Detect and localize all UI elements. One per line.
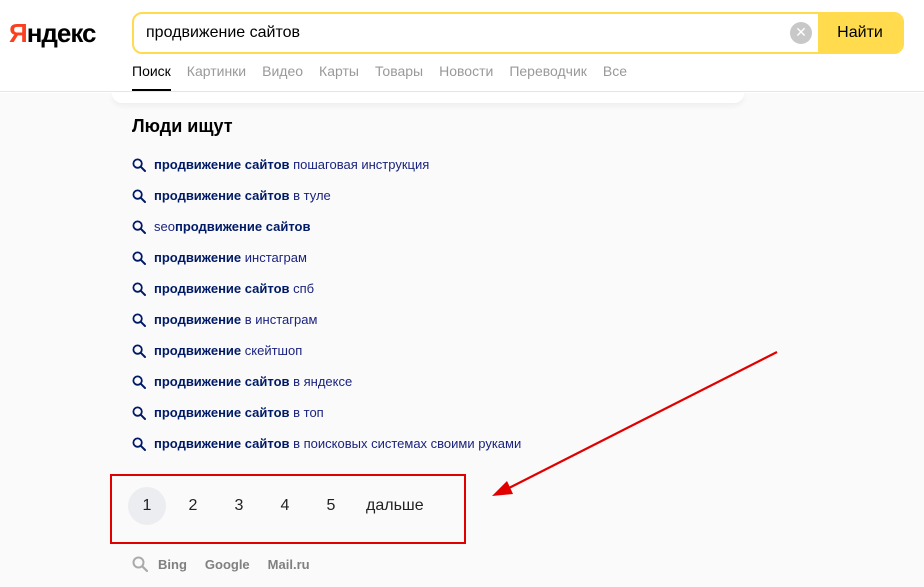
people-search-item-rest: в туле: [289, 188, 331, 203]
search-icon: [132, 375, 146, 389]
engine-link-mailru[interactable]: Mail.ru: [268, 557, 310, 572]
people-search-item-rest: инстаграм: [241, 250, 307, 265]
people-search-item[interactable]: продвижение сайтов пошаговая инструкция: [132, 149, 521, 180]
search-icon: [132, 406, 146, 420]
page-4[interactable]: 4: [266, 487, 304, 525]
search-icon: [132, 189, 146, 203]
people-search-item-bold: продвижение сайтов: [154, 281, 290, 296]
page-2[interactable]: 2: [174, 487, 212, 525]
people-search-item-bold: продвижение: [154, 312, 242, 327]
people-search-item-bold: продвижение сайтов: [154, 374, 290, 389]
people-search-list: продвижение сайтов пошаговая инструкция п…: [132, 149, 521, 459]
people-search-item-rest: скейтшоп: [241, 343, 303, 358]
people-search-item-prefix: seo: [154, 219, 175, 234]
people-search-item[interactable]: продвижение сайтов в туле: [132, 180, 521, 211]
people-search-item-bold: продвижение: [154, 250, 242, 265]
page-5[interactable]: 5: [312, 487, 350, 525]
search-icon: [132, 437, 146, 451]
people-search-item[interactable]: продвижение инстаграм: [132, 242, 521, 273]
people-search-item[interactable]: продвижение в инстаграм: [132, 304, 521, 335]
people-search-title: Люди ищут: [132, 116, 233, 136]
search-icon: [132, 220, 146, 234]
people-search-item-rest: в топ: [289, 405, 324, 420]
people-search-item-rest: в инстаграм: [241, 312, 318, 327]
people-search-item-bold: продвижение сайтов: [154, 405, 290, 420]
header: Яндекс ✕ Найти Поиск Картинки Видео Карт…: [0, 0, 924, 92]
people-search-item-rest: пошаговая инструкция: [289, 157, 430, 172]
people-search-item-bold: продвижение сайтов: [174, 219, 311, 234]
header-shadow: [112, 93, 744, 103]
next-page-link[interactable]: дальше: [366, 487, 424, 525]
tab-video[interactable]: Видео: [262, 63, 303, 91]
people-search-item-rest: спб: [289, 281, 315, 296]
clear-search-icon[interactable]: ✕: [790, 22, 812, 44]
tab-search[interactable]: Поиск: [132, 63, 171, 91]
people-search-item-rest: в поисковых системах своими руками: [289, 436, 522, 451]
search-input[interactable]: [134, 14, 820, 52]
people-search-item[interactable]: продвижение сайтов в поисковых системах …: [132, 428, 521, 459]
search-icon: [132, 158, 146, 172]
search-button[interactable]: Найти: [818, 14, 902, 52]
page-1[interactable]: 1: [128, 487, 166, 525]
tab-images[interactable]: Картинки: [187, 63, 246, 91]
engine-link-bing[interactable]: Bing: [158, 557, 187, 572]
tab-news[interactable]: Новости: [439, 63, 493, 91]
search-icon: [132, 251, 146, 265]
search-icon: [132, 556, 148, 572]
people-search-item[interactable]: seo продвижение сайтов: [132, 211, 521, 242]
people-search-item-bold: продвижение: [154, 343, 242, 358]
pagination: 1 2 3 4 5 дальше: [128, 487, 424, 525]
logo-first-letter: Я: [9, 18, 28, 48]
search-tabs: Поиск Картинки Видео Карты Товары Новост…: [132, 63, 643, 91]
yandex-logo[interactable]: Яндекс: [9, 18, 96, 49]
people-search-item[interactable]: продвижение сайтов спб: [132, 273, 521, 304]
tab-maps[interactable]: Карты: [319, 63, 359, 91]
tab-products[interactable]: Товары: [375, 63, 423, 91]
engine-link-google[interactable]: Google: [205, 557, 250, 572]
other-engines: Bing Google Mail.ru: [132, 556, 328, 572]
people-search-item-bold: продвижение сайтов: [154, 188, 290, 203]
search-icon: [132, 344, 146, 358]
people-search-item[interactable]: продвижение сайтов в топ: [132, 397, 521, 428]
page-3[interactable]: 3: [220, 487, 258, 525]
search-box: ✕ Найти: [132, 12, 904, 54]
people-search-item-rest: в яндексе: [289, 374, 353, 389]
people-search-item[interactable]: продвижение сайтов в яндексе: [132, 366, 521, 397]
search-icon: [132, 282, 146, 296]
search-icon: [132, 313, 146, 327]
tab-translator[interactable]: Переводчик: [509, 63, 587, 91]
tab-all[interactable]: Все: [603, 63, 627, 91]
people-search-item[interactable]: продвижение скейтшоп: [132, 335, 521, 366]
people-search-item-bold: продвижение сайтов: [154, 436, 290, 451]
people-search-item-bold: продвижение сайтов: [154, 157, 290, 172]
logo-rest: ндекс: [26, 18, 97, 48]
